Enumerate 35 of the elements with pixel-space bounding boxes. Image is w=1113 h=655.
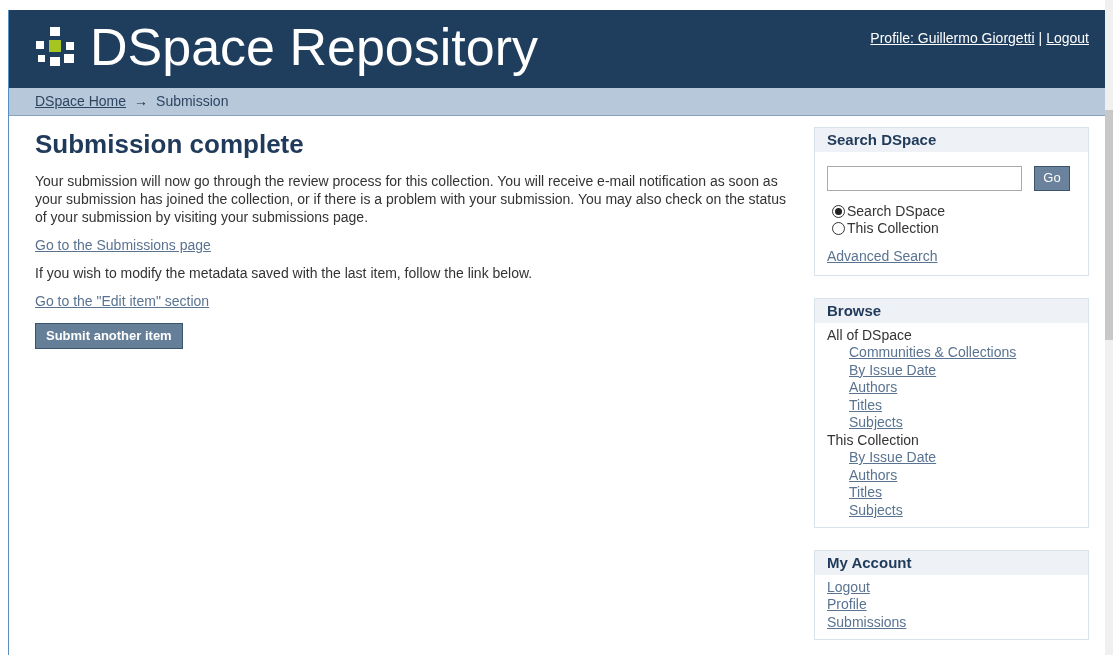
browse-link[interactable]: Authors xyxy=(849,379,898,395)
page-link[interactable]: Go to the Submissions page xyxy=(35,237,211,253)
breadcrumb-link[interactable]: DSpace Home xyxy=(35,91,127,112)
browse-link[interactable]: Subjects xyxy=(849,501,903,518)
radio-label: This Collection xyxy=(847,220,939,238)
message-text: If you wish to modify the metadata saved with the last item, follow the link below. xyxy=(35,264,534,282)
submit-another-button[interactable]: Submit another item xyxy=(35,323,183,349)
browse-link[interactable]: Subjects xyxy=(849,414,903,430)
radio-label: Search DSpace xyxy=(847,202,946,220)
browse-group-label: All of DSpace xyxy=(827,326,913,344)
browse-link[interactable]: By Issue Date xyxy=(849,449,937,465)
browse-link[interactable]: Authors xyxy=(849,466,898,483)
browse-link[interactable]: By Issue Date xyxy=(849,361,937,378)
header-link[interactable]: Profile: Guillermo Giorgetti xyxy=(870,28,1035,49)
advanced-search-link[interactable]: Advanced Search xyxy=(827,247,938,264)
breadcrumb-current: Submission xyxy=(156,92,229,111)
page-link[interactable]: Go to the "Edit item" section xyxy=(35,293,210,309)
browse-link[interactable]: Titles xyxy=(849,396,882,413)
breadcrumb-arrow: → xyxy=(134,92,149,111)
message-text: Your submission will now go through the review process for this collection. You will receive e-mail notification as soon as your submission has joined the collection, or if there is a problem with your submission. You may also check on the status of your submission by visiting your submissions page. xyxy=(35,172,787,226)
search-field[interactable] xyxy=(827,165,1022,191)
account-link[interactable]: Submissions xyxy=(827,613,907,630)
go-button[interactable]: Go xyxy=(1034,165,1070,191)
panel-heading: My Account xyxy=(815,551,1088,575)
browse-link[interactable]: Communities & Collections xyxy=(849,344,1017,360)
account-link[interactable]: Logout xyxy=(827,578,870,595)
header-link[interactable]: Logout xyxy=(1046,28,1089,49)
panel-heading: Browse xyxy=(815,299,1088,323)
separator: | xyxy=(1038,29,1043,48)
account-link[interactable]: Profile xyxy=(827,596,867,612)
panel-heading: Search DSpace xyxy=(815,128,1088,152)
browse-link[interactable]: Titles xyxy=(849,484,882,500)
page-heading: Submission complete xyxy=(35,128,305,160)
browse-group-label: This Collection xyxy=(827,431,920,449)
logo-icon xyxy=(36,27,76,67)
